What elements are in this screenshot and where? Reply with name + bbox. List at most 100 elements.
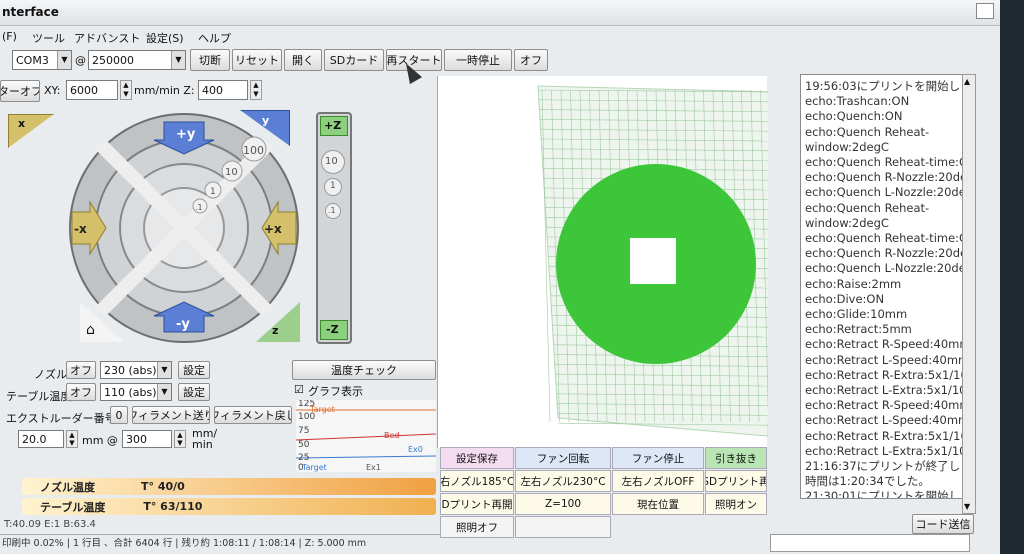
temp-check-button[interactable]: 温度チェック — [292, 360, 436, 380]
open-button[interactable]: 開く — [284, 49, 322, 71]
nozzle-temp-select[interactable]: 230 (abs) ▼ — [100, 361, 172, 379]
bed-temp-value: 110 (abs) — [104, 385, 157, 399]
console-line: echo:Quench L-Nozzle:20degC — [805, 261, 970, 276]
port-value: COM3 — [16, 53, 49, 67]
macro-withdraw[interactable]: 引き抜き — [705, 447, 767, 469]
console-line: echo:Quench Reheat-time:OFF — [805, 231, 970, 246]
x-plus-label: +x — [264, 222, 282, 236]
console-line: 19:56:03にプリントを開始しました。 — [805, 79, 970, 93]
home-z-icon: z — [272, 324, 279, 337]
menu-help[interactable]: ヘルプ — [198, 30, 231, 46]
scroll-down-icon[interactable]: ▼ — [964, 502, 970, 511]
motors-off-button[interactable]: ターオフ — [0, 80, 40, 102]
menu-file[interactable]: (F) — [2, 30, 17, 43]
console-line: echo:Glide:10mm — [805, 307, 908, 322]
send-code-button[interactable]: コード送信 — [912, 514, 974, 534]
macro-fan-off[interactable]: ファン停止 — [612, 447, 704, 469]
macro-save-settings[interactable]: 設定保存 — [440, 447, 514, 469]
retract-filament-button[interactable]: フィラメント戻し — [214, 406, 292, 424]
nozzle-temp-readout: T° 40/0 — [141, 480, 185, 493]
feed-speed-input[interactable]: 300 — [122, 430, 172, 448]
macro-fan-on[interactable]: ファン回転 — [515, 447, 611, 469]
console-line: echo:Quench R-Nozzle:20degC — [805, 170, 970, 185]
console-line: echo:Quench:ON — [805, 109, 903, 124]
maximize-button[interactable] — [976, 3, 994, 19]
extruder-select[interactable]: 0 — [110, 406, 128, 424]
feed-amount-input[interactable]: 20.0 — [18, 430, 64, 448]
macro-sd-print[interactable]: SDプリント再 — [705, 470, 767, 492]
extruder-label: エクストルーダー番号: — [6, 412, 120, 425]
bed-temp-select[interactable]: 110 (abs) ▼ — [100, 383, 172, 401]
console-line: echo:Retract L-Speed:40mm/s — [805, 413, 970, 428]
menu-advanced[interactable]: アドバンスト — [74, 30, 140, 46]
console-line: echo:Retract L-Speed:40mm/s — [805, 352, 970, 367]
ex0-series-label: Ex0 — [408, 445, 423, 454]
bed-off-button[interactable]: オフ — [66, 383, 96, 401]
menu-bar: (F) ツール アドバンスト 設定(S) ヘルプ — [0, 27, 1000, 45]
z-plus-label: +Z — [324, 119, 342, 132]
bed-set-button[interactable]: 設定 — [178, 383, 210, 401]
console-line: echo:Retract R-Speed:40mm/s — [805, 398, 970, 413]
console-log[interactable]: 19:56:03にプリントを開始しました。echo:Trashcan:ONech… — [800, 74, 970, 499]
baud-select[interactable]: 250000 ▼ — [88, 50, 186, 70]
print-hole — [630, 238, 676, 284]
bed-label: テーブル温度 — [6, 390, 72, 403]
feed-speed-spinner[interactable]: ▲ ▼ — [174, 430, 186, 448]
console-line: echo:Quench Reheat- — [805, 124, 930, 139]
menu-tools[interactable]: ツール — [32, 30, 65, 46]
print-preview[interactable] — [437, 76, 779, 448]
feed-amount-spinner[interactable]: ▲ ▼ — [66, 430, 78, 448]
menu-settings[interactable]: 設定(S) — [146, 30, 184, 46]
scroll-up-icon[interactable]: ▲ — [964, 77, 970, 86]
sd-card-button[interactable]: SDカード — [324, 49, 384, 71]
nozzle-off-button[interactable]: オフ — [66, 361, 96, 379]
gcode-input[interactable] — [770, 534, 970, 552]
off-button[interactable]: オフ — [514, 49, 548, 71]
chevron-down-icon: ▼ — [57, 51, 71, 69]
macro-light-on[interactable]: 照明オン — [705, 493, 767, 515]
window-title: nterface — [2, 5, 59, 19]
xy-spinner[interactable]: ▲ ▼ — [120, 80, 132, 100]
z-spinner[interactable]: ▲ ▼ — [250, 80, 262, 100]
z-speed-input[interactable]: 400 — [198, 80, 248, 100]
console-line: 21:16:37にプリントが終了しました。所要 — [805, 459, 969, 474]
disconnect-button[interactable]: 切断 — [190, 49, 230, 71]
macro-both-nozzle[interactable]: 左右ノズル230°C — [515, 470, 611, 492]
pause-button[interactable]: 一時停止 — [444, 49, 512, 71]
console-line: echo:Retract L-Extra:5x1/100mm — [805, 383, 969, 398]
home-x-icon: x — [18, 117, 26, 130]
xy-label: XY: — [44, 84, 61, 97]
macro-position[interactable]: 現在位置 — [612, 493, 704, 515]
console-scrollbar[interactable]: ▲ ▼ — [962, 74, 976, 514]
nozzle-temp-label: ノズル温度 — [40, 480, 95, 494]
at-label: @ — [75, 54, 86, 67]
graph-checkbox[interactable]: ☑ — [294, 383, 304, 396]
tick-75: 75 — [298, 426, 309, 436]
feed-filament-button[interactable]: フィラメント送り — [132, 406, 210, 424]
macro-right-nozzle[interactable]: 右ノズル185°C — [440, 470, 514, 492]
bed-series-label: Bed — [384, 431, 400, 440]
macro-nozzle-off[interactable]: 左右ノズルOFF — [612, 470, 704, 492]
nozzle-set-button[interactable]: 設定 — [178, 361, 210, 379]
xy-speed-input[interactable]: 6000 — [66, 80, 118, 100]
target-label: Target — [309, 405, 335, 414]
chevron-down-icon: ▼ — [157, 362, 171, 378]
console-line: echo:Retract:5mm — [805, 322, 912, 337]
macro-z100[interactable]: Z=100 — [515, 493, 611, 515]
console-line: 21:30:01にプリントを開始しました。 — [805, 489, 970, 499]
xy-jog-pad[interactable]: +y -y -x +x 100 10 1 .1 — [60, 108, 310, 348]
z-step-10-label: 10 — [325, 156, 338, 167]
console-line: echo:Raise:2mm — [805, 276, 902, 291]
graph-checkbox-label: グラフ表示 — [308, 385, 363, 398]
reset-button[interactable]: リセット — [232, 49, 282, 71]
macro-light-off[interactable]: 照明オフ — [440, 516, 514, 538]
z-jog-column[interactable] — [316, 112, 352, 344]
chevron-down-icon: ▼ — [157, 384, 171, 400]
home-icon: ⌂ — [86, 322, 95, 338]
home-x-button[interactable] — [8, 114, 54, 148]
port-select[interactable]: COM3 ▼ — [12, 50, 72, 70]
macro-empty[interactable] — [515, 516, 611, 538]
feed-unit-label: mm/ min — [192, 427, 218, 451]
bed-temp-readout: T° 63/110 — [143, 500, 203, 513]
macro-resume-print[interactable]: Dプリント再開 — [440, 493, 514, 515]
